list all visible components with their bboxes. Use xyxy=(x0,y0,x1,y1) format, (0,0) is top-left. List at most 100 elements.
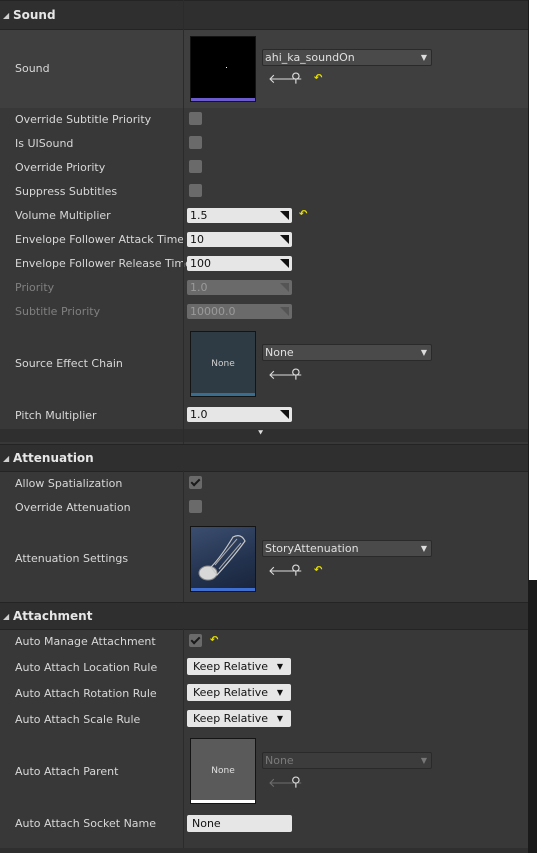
numeric-value: 100 xyxy=(190,257,211,270)
property-label: Attenuation Settings xyxy=(15,552,129,565)
property-label: Priority xyxy=(15,281,55,294)
vertical-scrollbar[interactable] xyxy=(528,0,537,853)
source-effect-thumbnail[interactable]: None xyxy=(190,331,256,397)
attenuation-asset-thumbnail[interactable] xyxy=(190,526,256,592)
column-divider[interactable] xyxy=(183,0,184,444)
speaker-cone-icon xyxy=(198,535,246,581)
location-rule-dropdown[interactable]: Keep Relative ▼ xyxy=(187,658,291,675)
drag-handle-icon[interactable] xyxy=(280,235,289,244)
reset-to-default-icon[interactable]: ↶ xyxy=(210,635,218,646)
envelope-release-input[interactable]: 100 xyxy=(187,256,292,271)
reset-to-default-icon[interactable]: ↶ xyxy=(314,565,322,576)
advanced-expander[interactable]: ⯆ xyxy=(0,429,528,442)
collapse-arrow-icon[interactable]: ◢ xyxy=(3,454,9,463)
dropdown-value: Keep Relative xyxy=(193,712,269,725)
override-priority-checkbox[interactable] xyxy=(189,160,202,173)
search-icon[interactable]: ⚲ xyxy=(291,367,301,382)
asset-type-bar xyxy=(191,393,255,396)
auto-manage-attachment-checkbox[interactable] xyxy=(189,634,202,647)
property-label: Override Attenuation xyxy=(15,501,131,514)
suppress-subtitles-checkbox[interactable] xyxy=(189,184,202,197)
drag-handle-icon[interactable] xyxy=(280,410,289,419)
sound-asset-combo[interactable]: ahi_ka_soundOn ▼ xyxy=(262,49,432,66)
override-attenuation-checkbox[interactable] xyxy=(189,500,202,513)
source-effect-combo[interactable]: None ▼ xyxy=(262,344,432,361)
property-label: Auto Attach Location Rule xyxy=(15,661,158,674)
chevron-down-icon: ▼ xyxy=(276,688,283,697)
combo-value: StoryAttenuation xyxy=(265,542,359,555)
drag-handle-icon xyxy=(280,307,289,316)
envelope-attack-input[interactable]: 10 xyxy=(187,232,292,247)
attenuation-settings-combo[interactable]: StoryAttenuation ▼ xyxy=(262,540,432,557)
drag-handle-icon[interactable] xyxy=(280,259,289,268)
details-panel: ◢ Sound Sound ahi_ka_soundOn ▼ 🡐 ⚲ ↶ Ove… xyxy=(0,0,528,853)
property-label: Envelope Follower Attack Time xyxy=(15,233,185,246)
property-label: Is UISound xyxy=(15,137,74,150)
combo-value: None xyxy=(265,346,294,359)
row-auto-attach-location-rule: Auto Attach Location Rule Keep Relative … xyxy=(0,654,528,680)
socket-name-input[interactable]: None xyxy=(187,815,292,832)
section-title: Attachment xyxy=(13,609,93,623)
section-title: Sound xyxy=(13,8,56,22)
priority-input: 1.0 xyxy=(187,280,292,295)
scrollbar-thumb[interactable] xyxy=(529,0,537,580)
property-label: Allow Spatialization xyxy=(15,477,123,490)
property-label: Auto Attach Scale Rule xyxy=(15,713,141,726)
reset-to-default-icon[interactable]: ↶ xyxy=(299,209,307,220)
asset-type-bar xyxy=(191,98,255,101)
property-label: Auto Attach Socket Name xyxy=(15,817,157,830)
reset-to-default-icon[interactable]: ↶ xyxy=(314,73,322,84)
row-priority: Priority 1.0 xyxy=(0,276,528,300)
row-auto-attach-socket-name: Auto Attach Socket Name None xyxy=(0,810,528,836)
volume-multiplier-input[interactable]: 1.5 xyxy=(187,208,292,223)
property-label: Volume Multiplier xyxy=(15,209,111,222)
drag-handle-icon xyxy=(280,283,289,292)
column-divider[interactable] xyxy=(183,628,184,850)
pitch-multiplier-input[interactable]: 1.0 xyxy=(187,407,292,422)
combo-value: ahi_ka_soundOn xyxy=(265,51,355,64)
row-source-effect-chain: Source Effect Chain None None ▼ 🡐 ⚲ xyxy=(0,324,528,402)
search-icon[interactable]: ⚲ xyxy=(291,71,301,86)
property-label: Envelope Follower Release Time xyxy=(15,257,192,270)
row-envelope-attack: Envelope Follower Attack Time 10 xyxy=(0,228,528,252)
text-value: None xyxy=(192,817,221,830)
property-label: Override Priority xyxy=(15,161,106,174)
property-label: Auto Attach Parent xyxy=(15,765,119,778)
row-auto-attach-parent: Auto Attach Parent None None ▼ 🡐 ⚲ xyxy=(0,732,528,810)
chevron-down-icon: ▼ xyxy=(420,544,427,553)
override-subtitle-priority-checkbox[interactable] xyxy=(189,112,202,125)
attach-parent-thumbnail[interactable]: None xyxy=(190,738,256,804)
row-volume-multiplier: Volume Multiplier 1.5 ↶ xyxy=(0,204,528,228)
section-header-attachment[interactable]: ◢ Attachment xyxy=(0,602,528,630)
row-override-attenuation: Override Attenuation xyxy=(0,496,528,520)
property-label: Suppress Subtitles xyxy=(15,185,118,198)
section-header-attenuation[interactable]: ◢ Attenuation xyxy=(0,444,528,472)
allow-spatialization-checkbox[interactable] xyxy=(189,476,202,489)
row-override-priority: Override Priority xyxy=(0,156,528,180)
property-label: Source Effect Chain xyxy=(15,357,123,370)
row-auto-manage-attachment: Auto Manage Attachment ↶ xyxy=(0,630,528,654)
numeric-value: 1.0 xyxy=(190,408,208,421)
row-auto-attach-scale-rule: Auto Attach Scale Rule Keep Relative ▼ xyxy=(0,706,528,732)
search-icon[interactable]: ⚲ xyxy=(291,775,301,790)
property-label: Sound xyxy=(15,62,50,75)
column-divider[interactable] xyxy=(183,470,184,602)
rotation-rule-dropdown[interactable]: Keep Relative ▼ xyxy=(187,684,291,701)
dropdown-value: Keep Relative xyxy=(193,660,269,673)
asset-type-bar xyxy=(191,800,255,803)
row-allow-spatialization: Allow Spatialization xyxy=(0,472,528,496)
drag-handle-icon[interactable] xyxy=(280,211,289,220)
is-uisound-checkbox[interactable] xyxy=(189,136,202,149)
chevron-down-icon: ▼ xyxy=(276,662,283,671)
row-pitch-multiplier: Pitch Multiplier 1.0 xyxy=(0,402,528,428)
expand-advanced-icon[interactable]: ⯆ xyxy=(257,429,264,439)
row-envelope-release: Envelope Follower Release Time 100 xyxy=(0,252,528,276)
property-label: Subtitle Priority xyxy=(15,305,101,318)
sound-asset-thumbnail[interactable] xyxy=(190,36,256,102)
collapse-arrow-icon[interactable]: ◢ xyxy=(3,612,9,621)
section-header-sound[interactable]: ◢ Sound xyxy=(0,0,528,30)
collapse-arrow-icon[interactable]: ◢ xyxy=(3,11,9,20)
row-is-uisound: Is UISound xyxy=(0,132,528,156)
scale-rule-dropdown[interactable]: Keep Relative ▼ xyxy=(187,710,291,727)
search-icon[interactable]: ⚲ xyxy=(291,563,301,578)
